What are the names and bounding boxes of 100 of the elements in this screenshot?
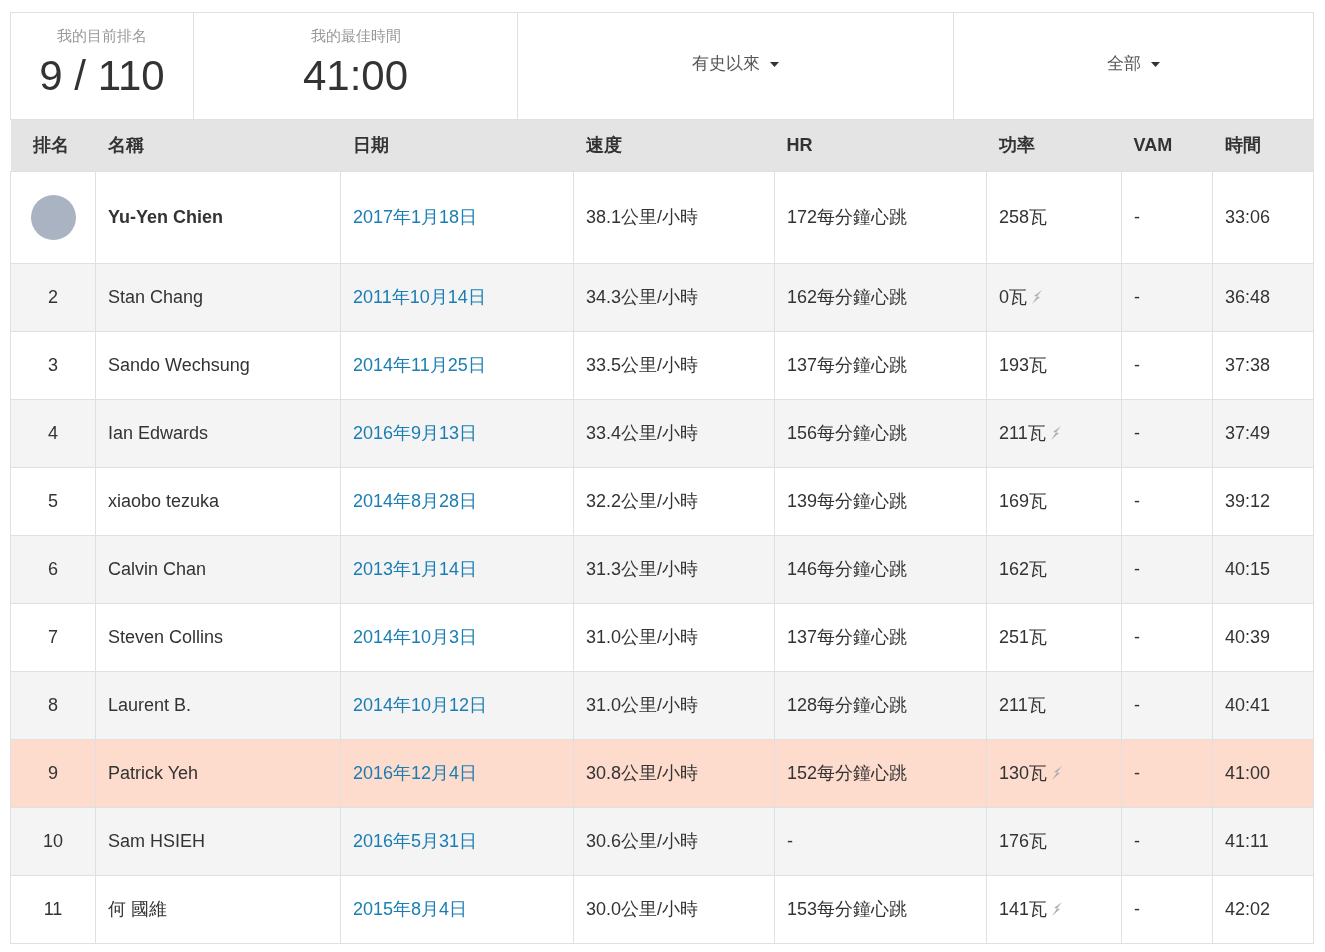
speed-value: 32.2公里/小時	[586, 490, 699, 511]
caret-down-icon	[1151, 61, 1160, 67]
speed-value: 30.8公里/小時	[586, 762, 699, 783]
leaderboard-row[interactable]: 10 Sam HSIEH 2016年5月31日 30.6公里/小時 - 176瓦 - 41:11	[10, 807, 1314, 875]
time-value: 33:06	[1225, 206, 1271, 227]
lightning-bolt-icon	[1049, 426, 1062, 440]
leaderboard-row[interactable]: 7 Steven Collins 2014年10月3日 31.0公里/小時 137每分鐘心跳 251瓦 - 40:39	[10, 603, 1314, 671]
vam-value: -	[1134, 694, 1140, 715]
speed-value: 34.3公里/小時	[586, 286, 699, 307]
date-link[interactable]: 2014年10月3日	[353, 626, 478, 647]
stat-label: 我的目前排名	[57, 26, 147, 46]
leaderboard-row[interactable]: 8 Laurent B. 2014年10月12日 31.0公里/小時 128每分鐘心跳 211瓦 - 40:41	[10, 671, 1314, 739]
heart-rate-value: 137每分鐘心跳	[787, 354, 908, 375]
speed-value: 30.0公里/小時	[586, 898, 699, 919]
rank-number: 4	[48, 422, 58, 443]
time-value: 39:12	[1225, 490, 1271, 511]
athlete-name: Patrick Yeh	[108, 762, 199, 783]
vam-value: -	[1134, 626, 1140, 647]
heart-rate-value: 128每分鐘心跳	[787, 694, 908, 715]
power-value: 211瓦	[999, 693, 1046, 717]
leaderboard-row[interactable]: Yu-Yen Chien 2017年1月18日 38.1公里/小時 172每分鐘心跳 258瓦 - 33:06	[10, 171, 1314, 263]
leaderboard-row[interactable]: 3 Sando Wechsung 2014年11月25日 33.5公里/小時 137每分鐘心跳 193瓦 - 37:38	[10, 331, 1314, 399]
time-value: 40:41	[1225, 694, 1271, 715]
vam-value: -	[1134, 286, 1140, 307]
column-header: 功率	[986, 120, 1122, 171]
rank-number: 8	[48, 694, 58, 715]
date-link[interactable]: 2016年12月4日	[353, 762, 478, 783]
column-header: VAM	[1121, 120, 1213, 171]
date-link[interactable]: 2014年8月28日	[353, 490, 478, 511]
time-value: 41:11	[1225, 830, 1269, 851]
leaderboard-row[interactable]: 5 xiaobo tezuka 2014年8月28日 32.2公里/小時 139每分鐘心跳 169瓦 - 39:12	[10, 467, 1314, 535]
speed-value: 31.0公里/小時	[586, 626, 699, 647]
filter-dropdown[interactable]: 有史以來	[692, 51, 779, 77]
vam-value: -	[1134, 762, 1140, 783]
heart-rate-value: 156每分鐘心跳	[787, 422, 908, 443]
heart-rate-value: 137每分鐘心跳	[787, 626, 908, 647]
leaderboard-row[interactable]: 11 何 國維 2015年8月4日 30.0公里/小時 153每分鐘心跳 141瓦 - 42:02	[10, 875, 1314, 943]
lightning-bolt-icon	[1051, 766, 1064, 780]
date-link[interactable]: 2013年1月14日	[353, 558, 478, 579]
athlete-name: 何 國維	[108, 898, 167, 919]
heart-rate-value: 139每分鐘心跳	[787, 490, 908, 511]
speed-value: 31.0公里/小時	[586, 694, 699, 715]
athlete-name: xiaobo tezuka	[108, 490, 220, 511]
power-value: 162瓦	[999, 557, 1048, 581]
power-value: 0瓦	[999, 285, 1027, 309]
avatar-photo-placeholder	[30, 194, 76, 240]
heart-rate-value: 153每分鐘心跳	[787, 898, 908, 919]
athlete-name: Sam HSIEH	[108, 830, 206, 851]
vam-value: -	[1134, 354, 1140, 375]
caret-down-icon	[770, 61, 779, 67]
athlete-name: Yu-Yen Chien	[108, 206, 224, 227]
time-value: 37:49	[1225, 422, 1271, 443]
power-value: 211瓦	[999, 421, 1046, 445]
athlete-name: Sando Wechsung	[108, 354, 250, 375]
power-value: 169瓦	[999, 489, 1048, 513]
heart-rate-value: 162每分鐘心跳	[787, 286, 908, 307]
vam-value: -	[1134, 558, 1140, 579]
date-link[interactable]: 2016年5月31日	[353, 830, 478, 851]
heart-rate-value: 146每分鐘心跳	[787, 558, 908, 579]
column-header: 名稱	[95, 120, 341, 171]
date-link[interactable]: 2014年10月12日	[353, 694, 488, 715]
leaderboard-row[interactable]: 2 Stan Chang 2011年10月14日 34.3公里/小時 162每分鐘心跳 0瓦 - 36:48	[10, 263, 1314, 331]
heart-rate-value: 152每分鐘心跳	[787, 762, 908, 783]
speed-value: 30.6公里/小時	[586, 830, 699, 851]
lightning-bolt-icon	[1051, 902, 1064, 916]
power-value: 130瓦	[999, 761, 1048, 785]
date-link[interactable]: 2015年8月4日	[353, 898, 468, 919]
rank-number: 3	[48, 354, 58, 375]
filter-dropdown[interactable]: 全部	[1107, 51, 1160, 77]
heart-rate-value: 172每分鐘心跳	[787, 206, 908, 227]
time-value: 37:38	[1225, 354, 1271, 375]
time-value: 40:39	[1225, 626, 1271, 647]
column-header: 速度	[573, 120, 775, 171]
time-value: 40:15	[1225, 558, 1271, 579]
heart-rate-value: -	[787, 830, 793, 851]
athlete-name: Steven Collins	[108, 626, 224, 647]
vam-value: -	[1134, 898, 1140, 919]
column-header: 排名	[10, 120, 96, 171]
rank-number: 2	[48, 286, 58, 307]
speed-value: 38.1公里/小時	[586, 206, 699, 227]
power-value: 176瓦	[999, 829, 1048, 853]
stat-label: 我的最佳時間	[310, 26, 401, 46]
stat-value: 41:00	[302, 50, 409, 101]
date-link[interactable]: 2016年9月13日	[353, 422, 478, 443]
rank-number: 11	[43, 898, 63, 919]
date-link[interactable]: 2014年11月25日	[353, 354, 486, 375]
date-link[interactable]: 2011年10月14日	[353, 286, 486, 307]
date-link[interactable]: 2017年1月18日	[353, 206, 478, 227]
time-value: 36:48	[1225, 286, 1271, 307]
column-header: 日期	[340, 120, 574, 171]
rank-number: 7	[48, 626, 58, 647]
leaderboard-row[interactable]: 4 Ian Edwards 2016年9月13日 33.4公里/小時 156每分鐘心跳 211瓦 - 37:49	[10, 399, 1314, 467]
athlete-name: Calvin Chan	[108, 558, 207, 579]
power-value: 141瓦	[999, 897, 1048, 921]
time-value: 41:00	[1225, 762, 1271, 783]
athlete-name: Stan Chang	[108, 286, 204, 307]
leaderboard-row[interactable]: 6 Calvin Chan 2013年1月14日 31.3公里/小時 146每分鐘心跳 162瓦 - 40:15	[10, 535, 1314, 603]
vam-value: -	[1134, 830, 1140, 851]
athlete-name: Laurent B.	[108, 694, 192, 715]
leaderboard-row[interactable]: 9 Patrick Yeh 2016年12月4日 30.8公里/小時 152每分鐘心跳 130瓦 - 41:00	[10, 739, 1314, 807]
